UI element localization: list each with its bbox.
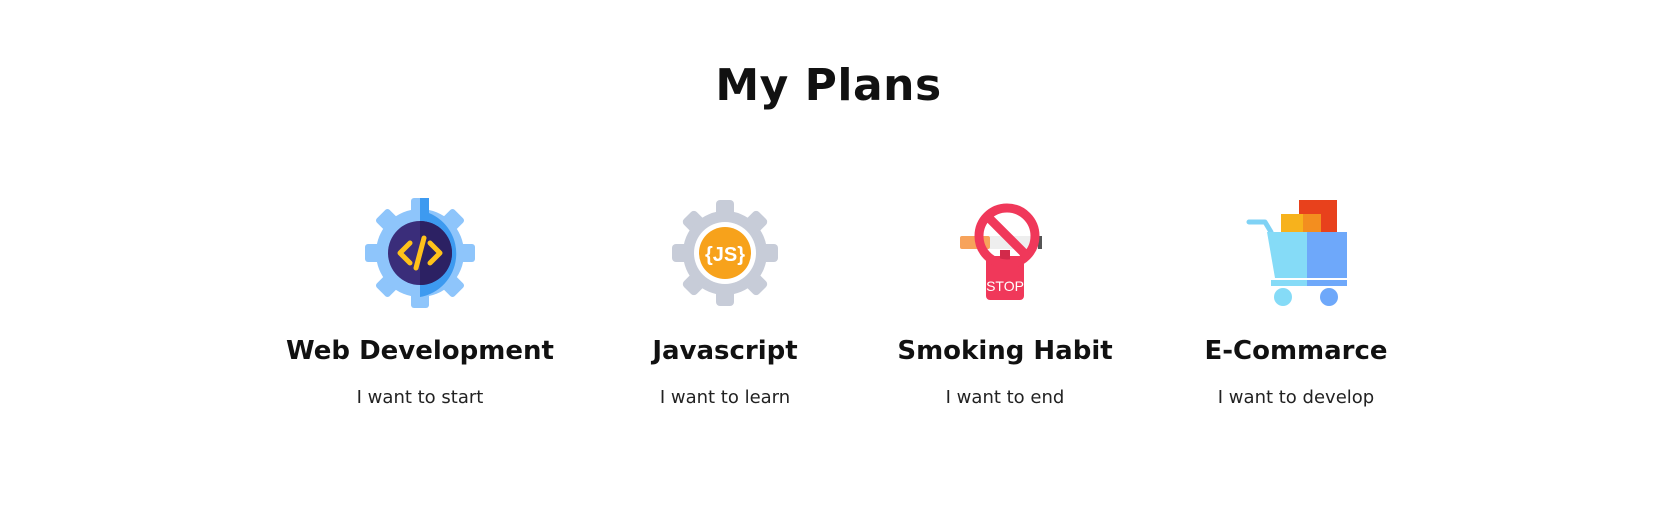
plan-title: Smoking Habit — [897, 336, 1113, 366]
plan-subtitle: I want to learn — [659, 387, 791, 409]
plan-subtitle: I want to start — [356, 387, 484, 409]
plan-title: Web Development — [286, 336, 554, 366]
plan-card-e-commarce: E-Commarce I want to develop — [1146, 198, 1446, 409]
plan-title: E-Commarce — [1204, 336, 1388, 366]
js-gear-icon: {JS} — [672, 200, 778, 306]
plan-subtitle: I want to end — [945, 387, 1065, 409]
plan-card-web-development: Web Development I want to start — [270, 198, 570, 409]
svg-text:{JS}: {JS} — [705, 244, 745, 266]
plan-card-smoking-habit: STOP Smoking Habit I want to end — [855, 198, 1155, 409]
code-gear-icon — [365, 198, 475, 308]
shopping-cart-icon — [1246, 200, 1347, 306]
page-title: My Plans — [715, 60, 942, 111]
plan-subtitle: I want to develop — [1217, 387, 1375, 409]
stop-label: STOP — [986, 278, 1024, 294]
plan-card-javascript: {JS} Javascript I want to learn — [575, 198, 875, 409]
plan-title: Javascript — [652, 336, 798, 366]
no-smoking-stop-icon: STOP — [960, 203, 1042, 300]
